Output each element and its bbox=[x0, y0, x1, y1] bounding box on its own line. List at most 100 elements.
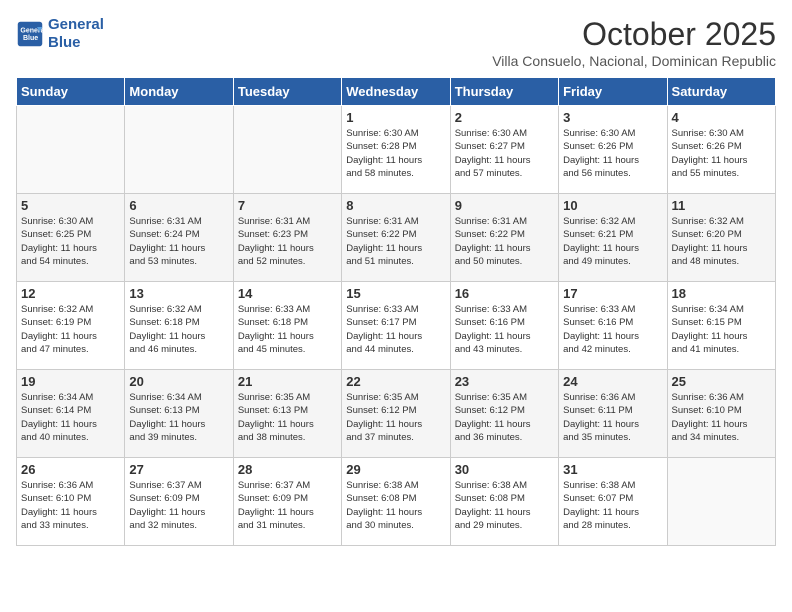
day-number: 17 bbox=[563, 286, 662, 301]
day-number: 18 bbox=[672, 286, 771, 301]
calendar-cell: 14 Sunrise: 6:33 AM Sunset: 6:18 PM Dayli… bbox=[233, 282, 341, 370]
day-info: Sunrise: 6:30 AM Sunset: 6:26 PM Dayligh… bbox=[563, 127, 662, 180]
calendar-cell: 15 Sunrise: 6:33 AM Sunset: 6:17 PM Dayli… bbox=[342, 282, 450, 370]
day-info: Sunrise: 6:36 AM Sunset: 6:10 PM Dayligh… bbox=[21, 479, 120, 532]
logo-line1: General bbox=[48, 16, 104, 33]
day-number: 21 bbox=[238, 374, 337, 389]
calendar-cell: 29 Sunrise: 6:38 AM Sunset: 6:08 PM Dayli… bbox=[342, 458, 450, 546]
header-day-sunday: Sunday bbox=[17, 78, 125, 106]
day-number: 20 bbox=[129, 374, 228, 389]
day-number: 30 bbox=[455, 462, 554, 477]
calendar-cell: 16Sunrise: 6:33 AM Sunset: 6:16 PM Dayli… bbox=[450, 282, 558, 370]
calendar-cell bbox=[125, 106, 233, 194]
calendar-cell bbox=[233, 106, 341, 194]
calendar-cell bbox=[17, 106, 125, 194]
day-info: Sunrise: 6:31 AM Sunset: 6:23 PM Dayligh… bbox=[238, 215, 337, 268]
calendar-cell: 9 Sunrise: 6:31 AM Sunset: 6:22 PM Daylig… bbox=[450, 194, 558, 282]
day-number: 26 bbox=[21, 462, 120, 477]
day-number: 28 bbox=[238, 462, 337, 477]
calendar-cell: 8Sunrise: 6:31 AM Sunset: 6:22 PM Daylig… bbox=[342, 194, 450, 282]
week-row-5: 26 Sunrise: 6:36 AM Sunset: 6:10 PM Dayli… bbox=[17, 458, 776, 546]
day-number: 12 bbox=[21, 286, 120, 301]
day-info: Sunrise: 6:30 AM Sunset: 6:28 PM Dayligh… bbox=[346, 127, 445, 180]
calendar-cell: 17 Sunrise: 6:33 AM Sunset: 6:16 PM Dayli… bbox=[559, 282, 667, 370]
day-number: 29 bbox=[346, 462, 445, 477]
calendar-cell: 24Sunrise: 6:36 AM Sunset: 6:11 PM Dayli… bbox=[559, 370, 667, 458]
calendar-cell: 4 Sunrise: 6:30 AM Sunset: 6:26 PM Daylig… bbox=[667, 106, 775, 194]
header-day-tuesday: Tuesday bbox=[233, 78, 341, 106]
week-row-2: 5Sunrise: 6:30 AM Sunset: 6:25 PM Daylig… bbox=[17, 194, 776, 282]
day-info: Sunrise: 6:33 AM Sunset: 6:16 PM Dayligh… bbox=[563, 303, 662, 356]
calendar-cell: 28 Sunrise: 6:37 AM Sunset: 6:09 PM Dayli… bbox=[233, 458, 341, 546]
day-number: 7 bbox=[238, 198, 337, 213]
calendar-body: 1 Sunrise: 6:30 AM Sunset: 6:28 PM Daylig… bbox=[17, 106, 776, 546]
calendar-cell: 1 Sunrise: 6:30 AM Sunset: 6:28 PM Daylig… bbox=[342, 106, 450, 194]
day-number: 8 bbox=[346, 198, 445, 213]
calendar-cell: 11Sunrise: 6:32 AM Sunset: 6:20 PM Dayli… bbox=[667, 194, 775, 282]
calendar-cell: 7 Sunrise: 6:31 AM Sunset: 6:23 PM Daylig… bbox=[233, 194, 341, 282]
calendar-cell: 30 Sunrise: 6:38 AM Sunset: 6:08 PM Dayli… bbox=[450, 458, 558, 546]
calendar-cell: 13 Sunrise: 6:32 AM Sunset: 6:18 PM Dayli… bbox=[125, 282, 233, 370]
calendar-cell: 26 Sunrise: 6:36 AM Sunset: 6:10 PM Dayli… bbox=[17, 458, 125, 546]
calendar-table: SundayMondayTuesdayWednesdayThursdayFrid… bbox=[16, 77, 776, 546]
header-row: SundayMondayTuesdayWednesdayThursdayFrid… bbox=[17, 78, 776, 106]
day-number: 14 bbox=[238, 286, 337, 301]
day-number: 2 bbox=[455, 110, 554, 125]
header-day-thursday: Thursday bbox=[450, 78, 558, 106]
day-number: 9 bbox=[455, 198, 554, 213]
location-subtitle: Villa Consuelo, Nacional, Dominican Repu… bbox=[492, 53, 776, 69]
week-row-4: 19 Sunrise: 6:34 AM Sunset: 6:14 PM Dayli… bbox=[17, 370, 776, 458]
logo-line2: Blue bbox=[48, 34, 81, 51]
day-number: 24 bbox=[563, 374, 662, 389]
svg-text:Blue: Blue bbox=[23, 35, 38, 42]
day-info: Sunrise: 6:32 AM Sunset: 6:18 PM Dayligh… bbox=[129, 303, 228, 356]
day-number: 19 bbox=[21, 374, 120, 389]
calendar-cell: 3Sunrise: 6:30 AM Sunset: 6:26 PM Daylig… bbox=[559, 106, 667, 194]
day-info: Sunrise: 6:30 AM Sunset: 6:26 PM Dayligh… bbox=[672, 127, 771, 180]
day-number: 23 bbox=[455, 374, 554, 389]
calendar-cell: 20 Sunrise: 6:34 AM Sunset: 6:13 PM Dayli… bbox=[125, 370, 233, 458]
page-header: General Blue General Blue October 2025 V… bbox=[16, 16, 776, 69]
day-info: Sunrise: 6:37 AM Sunset: 6:09 PM Dayligh… bbox=[238, 479, 337, 532]
calendar-cell: 21Sunrise: 6:35 AM Sunset: 6:13 PM Dayli… bbox=[233, 370, 341, 458]
calendar-header: SundayMondayTuesdayWednesdayThursdayFrid… bbox=[17, 78, 776, 106]
logo: General Blue General Blue bbox=[16, 16, 104, 52]
day-info: Sunrise: 6:37 AM Sunset: 6:09 PM Dayligh… bbox=[129, 479, 228, 532]
day-info: Sunrise: 6:38 AM Sunset: 6:08 PM Dayligh… bbox=[346, 479, 445, 532]
calendar-cell: 5Sunrise: 6:30 AM Sunset: 6:25 PM Daylig… bbox=[17, 194, 125, 282]
day-info: Sunrise: 6:34 AM Sunset: 6:14 PM Dayligh… bbox=[21, 391, 120, 444]
calendar-cell: 6Sunrise: 6:31 AM Sunset: 6:24 PM Daylig… bbox=[125, 194, 233, 282]
week-row-1: 1 Sunrise: 6:30 AM Sunset: 6:28 PM Daylig… bbox=[17, 106, 776, 194]
header-day-wednesday: Wednesday bbox=[342, 78, 450, 106]
day-info: Sunrise: 6:30 AM Sunset: 6:27 PM Dayligh… bbox=[455, 127, 554, 180]
day-info: Sunrise: 6:32 AM Sunset: 6:20 PM Dayligh… bbox=[672, 215, 771, 268]
day-info: Sunrise: 6:31 AM Sunset: 6:22 PM Dayligh… bbox=[455, 215, 554, 268]
calendar-cell: 19 Sunrise: 6:34 AM Sunset: 6:14 PM Dayli… bbox=[17, 370, 125, 458]
day-info: Sunrise: 6:38 AM Sunset: 6:08 PM Dayligh… bbox=[455, 479, 554, 532]
day-number: 4 bbox=[672, 110, 771, 125]
day-info: Sunrise: 6:34 AM Sunset: 6:13 PM Dayligh… bbox=[129, 391, 228, 444]
day-number: 10 bbox=[563, 198, 662, 213]
day-info: Sunrise: 6:32 AM Sunset: 6:21 PM Dayligh… bbox=[563, 215, 662, 268]
day-number: 5 bbox=[21, 198, 120, 213]
day-info: Sunrise: 6:33 AM Sunset: 6:17 PM Dayligh… bbox=[346, 303, 445, 356]
calendar-cell: 12Sunrise: 6:32 AM Sunset: 6:19 PM Dayli… bbox=[17, 282, 125, 370]
day-number: 6 bbox=[129, 198, 228, 213]
day-info: Sunrise: 6:38 AM Sunset: 6:07 PM Dayligh… bbox=[563, 479, 662, 532]
calendar-cell: 25Sunrise: 6:36 AM Sunset: 6:10 PM Dayli… bbox=[667, 370, 775, 458]
month-title: October 2025 bbox=[492, 16, 776, 53]
day-number: 27 bbox=[129, 462, 228, 477]
header-day-friday: Friday bbox=[559, 78, 667, 106]
calendar-cell: 18 Sunrise: 6:34 AM Sunset: 6:15 PM Dayli… bbox=[667, 282, 775, 370]
logo-icon: General Blue bbox=[16, 20, 44, 48]
day-info: Sunrise: 6:33 AM Sunset: 6:18 PM Dayligh… bbox=[238, 303, 337, 356]
header-day-saturday: Saturday bbox=[667, 78, 775, 106]
day-number: 1 bbox=[346, 110, 445, 125]
day-info: Sunrise: 6:36 AM Sunset: 6:10 PM Dayligh… bbox=[672, 391, 771, 444]
day-info: Sunrise: 6:34 AM Sunset: 6:15 PM Dayligh… bbox=[672, 303, 771, 356]
calendar-cell: 31Sunrise: 6:38 AM Sunset: 6:07 PM Dayli… bbox=[559, 458, 667, 546]
calendar-cell: 27 Sunrise: 6:37 AM Sunset: 6:09 PM Dayli… bbox=[125, 458, 233, 546]
day-number: 13 bbox=[129, 286, 228, 301]
day-info: Sunrise: 6:33 AM Sunset: 6:16 PM Dayligh… bbox=[455, 303, 554, 356]
day-number: 15 bbox=[346, 286, 445, 301]
